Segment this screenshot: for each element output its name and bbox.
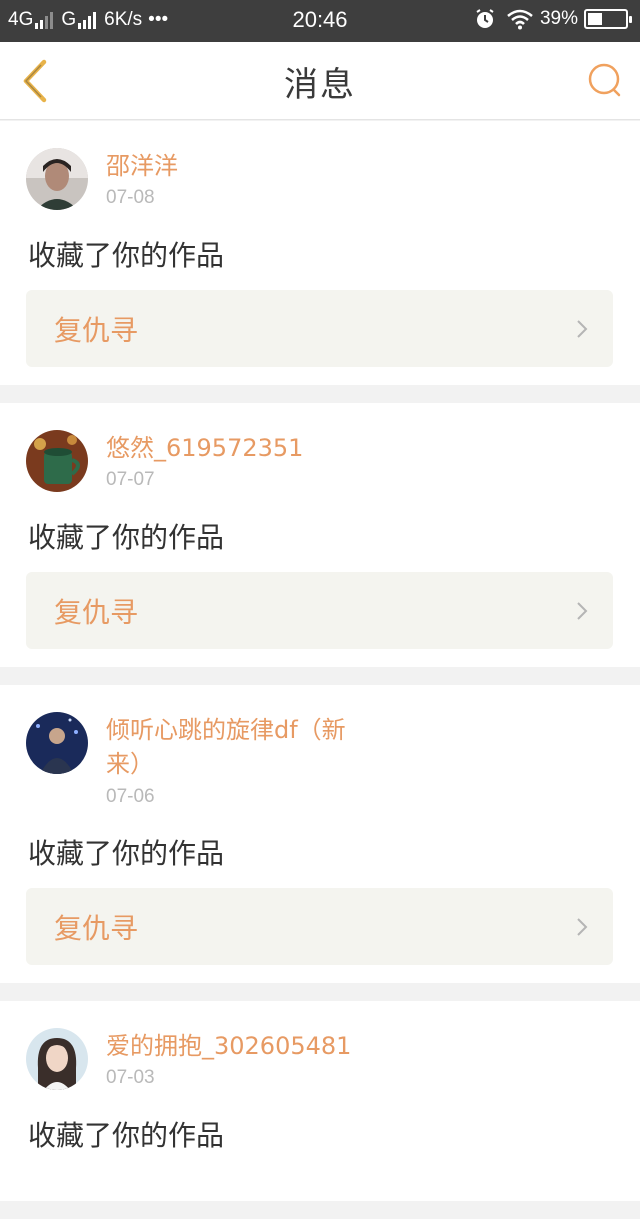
avatar[interactable]	[26, 430, 88, 492]
message-text: 收藏了你的作品	[28, 1119, 225, 1152]
message-date: 07-08	[106, 187, 155, 208]
alarm-icon	[476, 9, 494, 28]
wifi-icon	[507, 9, 533, 30]
message-text: 收藏了你的作品	[28, 837, 225, 870]
work-link[interactable]: 复仇寻	[26, 888, 613, 965]
app-header: 消息	[0, 42, 640, 120]
search-icon[interactable]	[586, 60, 626, 100]
message-text: 收藏了你的作品	[28, 239, 225, 272]
message-card: 倾听心跳的旋律df（新来） 07-06 收藏了你的作品 复仇寻	[0, 685, 640, 983]
avatar[interactable]	[26, 1028, 88, 1090]
sender-name[interactable]: 倾听心跳的旋律df（新来）	[106, 713, 376, 781]
chevron-right-icon	[577, 918, 588, 936]
work-title: 复仇寻	[54, 596, 139, 629]
message-list: 邵洋洋 07-08 收藏了你的作品 复仇寻 悠然_619572351 07-07…	[0, 121, 640, 1219]
page-title: 消息	[284, 65, 356, 105]
work-title: 复仇寻	[54, 314, 139, 347]
status-right: 39%	[474, 8, 632, 30]
chevron-right-icon	[577, 602, 588, 620]
battery-fill	[588, 13, 602, 25]
work-title: 复仇寻	[54, 912, 139, 945]
message-date: 07-07	[106, 469, 155, 490]
avatar[interactable]	[26, 148, 88, 210]
message-date: 07-06	[106, 786, 155, 807]
message-date: 07-03	[106, 1067, 155, 1088]
sender-name[interactable]: 悠然_619572351	[106, 431, 376, 465]
message-text: 收藏了你的作品	[28, 521, 225, 554]
message-card: 爱的拥抱_302605481 07-03 收藏了你的作品	[0, 1001, 640, 1201]
sender-name[interactable]: 爱的拥抱_302605481	[106, 1029, 376, 1063]
message-card: 悠然_619572351 07-07 收藏了你的作品 复仇寻	[0, 403, 640, 667]
avatar[interactable]	[26, 712, 88, 774]
status-bar: 4G G 6K/s ••• 20:46 39%	[0, 0, 640, 42]
work-link[interactable]: 复仇寻	[26, 572, 613, 649]
work-link[interactable]: 复仇寻	[26, 290, 613, 367]
sender-name[interactable]: 邵洋洋	[106, 149, 376, 183]
message-card: 邵洋洋 07-08 收藏了你的作品 复仇寻	[0, 121, 640, 385]
chevron-right-icon	[577, 320, 588, 338]
battery-percent: 39%	[539, 8, 578, 29]
battery-icon	[584, 9, 632, 29]
